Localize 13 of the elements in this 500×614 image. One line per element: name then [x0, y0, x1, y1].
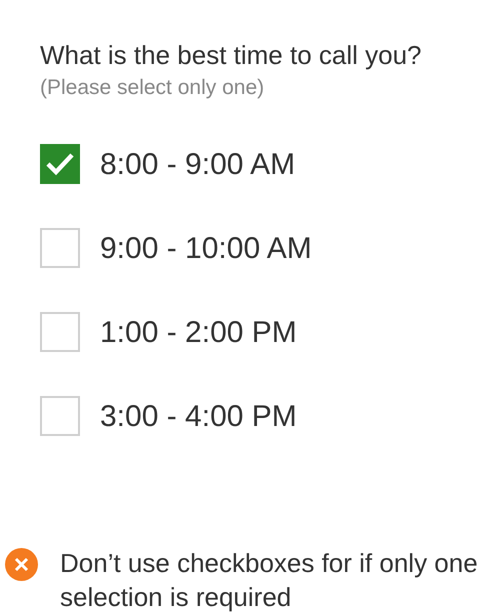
checkbox[interactable] [40, 312, 80, 352]
option-label: 9:00 - 10:00 AM [100, 230, 312, 266]
option-label: 1:00 - 2:00 PM [100, 314, 297, 350]
checkbox[interactable] [40, 144, 80, 184]
question-hint: (Please select only one) [40, 75, 266, 101]
checkbox[interactable] [40, 396, 80, 436]
question-title: What is the best time to call you? [40, 39, 423, 72]
note-text: Don’t use checkboxes for if only one selection is required [60, 547, 479, 614]
option-label: 3:00 - 4:00 PM [100, 398, 297, 434]
checkbox[interactable] [40, 228, 80, 268]
checkmark-icon [45, 152, 75, 176]
error-icon [5, 548, 38, 581]
option-label: 8:00 - 9:00 AM [100, 146, 296, 182]
